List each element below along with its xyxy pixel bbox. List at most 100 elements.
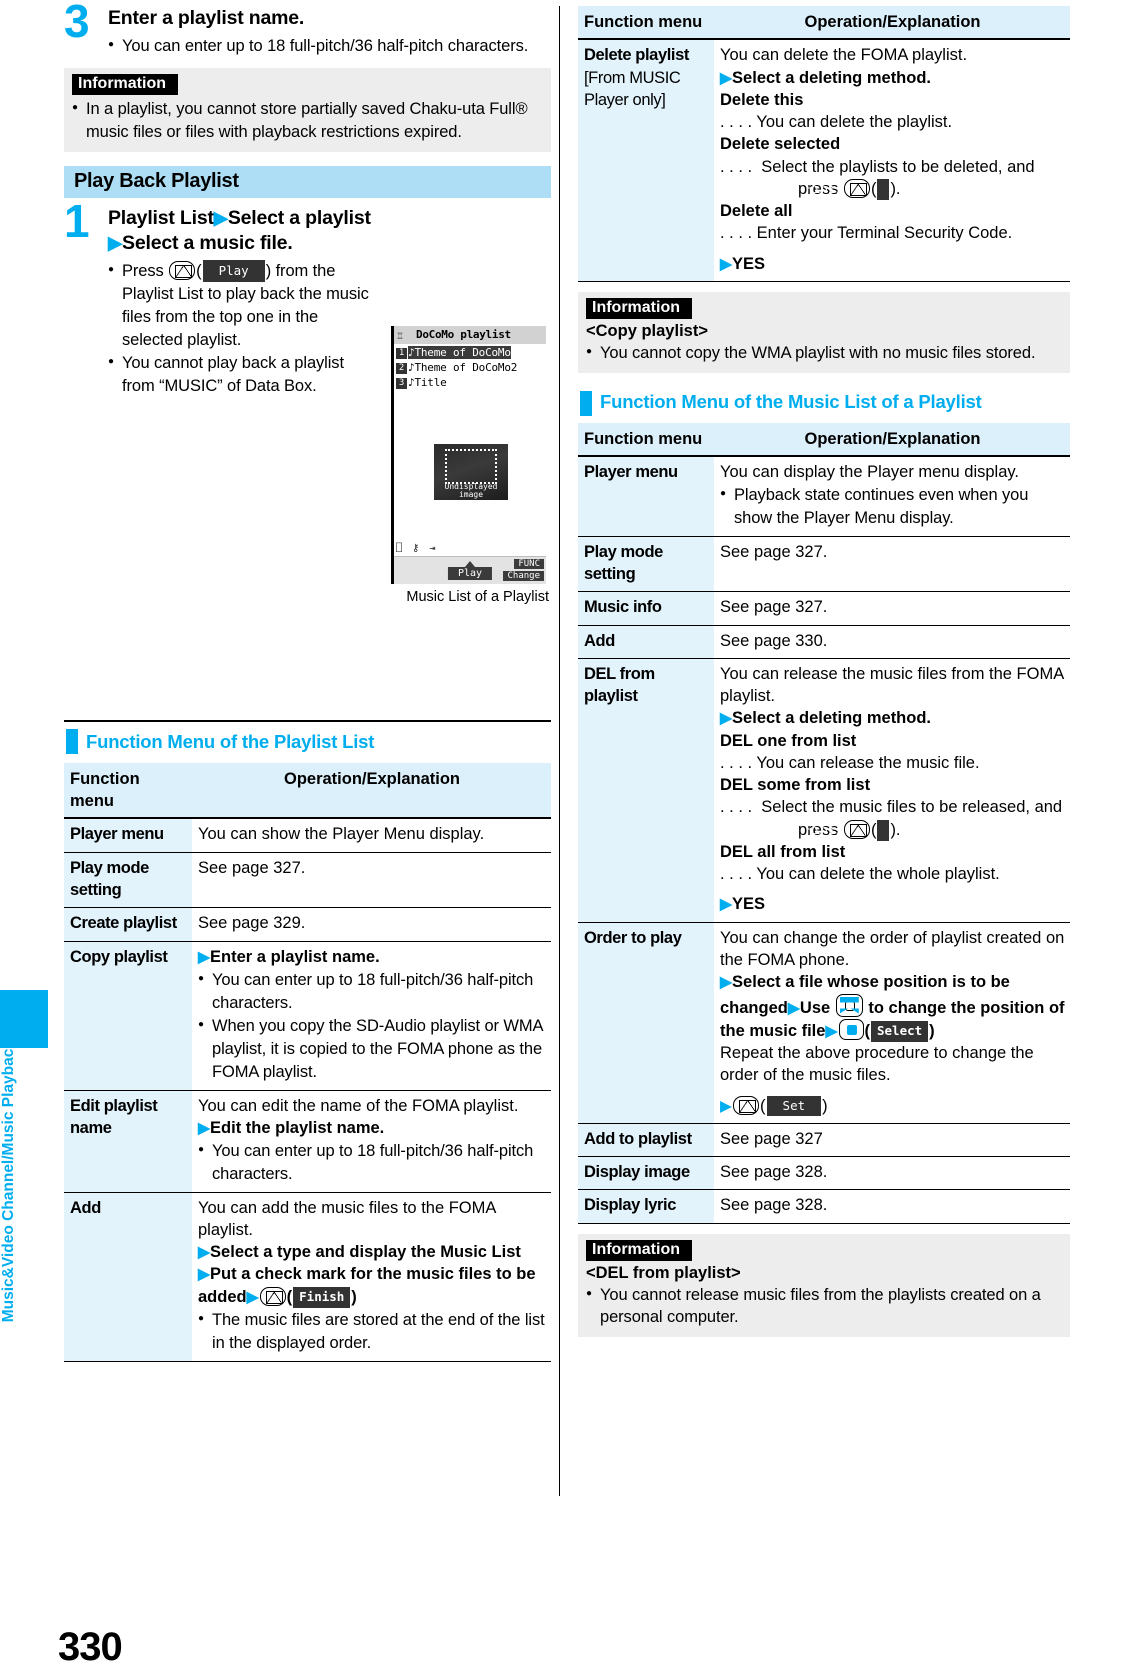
softkey-finish-label: Finish — [805, 819, 890, 841]
column-divider — [559, 6, 560, 1496]
table-header-operation: Operation/Explanation — [714, 6, 1070, 41]
function-menu-table-playlist-list: Function menu Operation/Explanation Play… — [64, 762, 551, 1362]
mail-key-icon — [843, 819, 870, 839]
triangle-marker-icon — [198, 949, 210, 966]
table-header-row: Function menu Operation/Explanation — [578, 6, 1070, 41]
subheading-text: Function Menu of the Music List of a Pla… — [600, 390, 982, 412]
table-row: Add to playlist See page 327 — [578, 1123, 1070, 1158]
phone-softkey-bar: Play FUNC Change — [394, 556, 546, 584]
row-name-player-menu: Player menu — [578, 455, 714, 537]
phone-album-art-caption: Undisplayed image — [444, 482, 498, 499]
row-desc-create-playlist: See page 329. — [192, 907, 551, 942]
function-menu-table-continued: Function menu Operation/Explanation Dele… — [578, 6, 1070, 282]
phone-music-list: 1 ♪Theme of DoCoMo 2 ♪Theme of DoCoMo2 3 ♪T… — [394, 344, 546, 390]
phone-screen-title-bar: ♖ DoCoMo playlist — [394, 326, 546, 344]
del-all-label: DEL all from list — [720, 842, 846, 861]
signal-icon: ♖ — [397, 331, 403, 342]
phone-softkey-center[interactable]: Play — [447, 567, 493, 580]
table-header-function-menu: Function menu — [578, 6, 714, 41]
step-3-number: 3 — [64, 0, 90, 47]
step-1-number: 1 — [64, 194, 90, 247]
mail-key-icon — [733, 1095, 760, 1115]
center-key-icon — [838, 1018, 864, 1040]
triangle-marker-icon — [198, 1266, 210, 1283]
side-tab: Music&Video Channel/Music Playback — [0, 0, 58, 1678]
page-number: 330 — [58, 1625, 123, 1669]
row-name-del-from-playlist: DEL from playlist — [578, 658, 714, 923]
information-bullet: You cannot release music files from the … — [586, 1284, 1062, 1330]
phone-status-icons: ⎕ ⚷ ⇥ — [396, 543, 438, 554]
delete-selected-label: Delete selected — [720, 135, 841, 154]
step-3-bullet: You can enter up to 18 full-pitch/36 hal… — [108, 35, 551, 58]
softkey-set-label: Set — [766, 1095, 822, 1117]
player-menu-bullet: Playback state continues even when you s… — [720, 484, 1065, 530]
delete-all-desc: . . . . Enter your Terminal Security Cod… — [720, 224, 1013, 243]
row-name-order-to-play: Order to play — [578, 922, 714, 1124]
del-some-desc: . . . . Select the music files to be rel… — [720, 798, 1063, 841]
del-one-desc: . . . . You can release the music file. — [720, 753, 980, 772]
row-desc-delete-playlist: You can delete the FOMA playlist. Select… — [714, 39, 1070, 282]
triangle-marker-icon — [247, 1289, 259, 1306]
table-header-operation: Operation/Explanation — [714, 422, 1070, 457]
triangle-marker-icon — [198, 1120, 210, 1137]
table-row: DEL from playlist You can release the mus… — [578, 658, 1070, 923]
row-name-music-info: Music info — [578, 591, 714, 626]
row-name-display-lyric: Display lyric — [578, 1189, 714, 1224]
del-one-label: DEL one from list — [720, 731, 857, 750]
information-box-top: Information In a playlist, you cannot st… — [64, 68, 551, 152]
row-name-add-to-playlist: Add to playlist — [578, 1123, 714, 1158]
phone-softkey-right-top[interactable]: FUNC — [514, 559, 544, 569]
row-desc-copy-playlist: Enter a playlist name. You can enter up … — [192, 941, 551, 1091]
phone-screenshot-figure: ♖ DoCoMo playlist 1 ♪Theme of DoCoMo 2 ♪Th… — [391, 326, 551, 605]
softkey-select-label: Select — [871, 1020, 929, 1042]
row-name-play-mode-setting: Play mode setting — [64, 852, 192, 909]
table-row: Add See page 330. — [578, 625, 1070, 659]
step-1-title-line2: Select a music file. — [122, 231, 293, 254]
table-row: Edit playlist name You can edit the name … — [64, 1090, 551, 1193]
triangle-marker-icon — [720, 896, 732, 913]
row-desc-player-menu: You can show the Player Menu display. — [192, 818, 551, 853]
phone-list-item-3[interactable]: 3 ♪Title — [396, 375, 546, 390]
row-name-edit-playlist-name: Edit playlist name — [64, 1090, 192, 1193]
add-bullet: The music files are stored at the end of… — [198, 1309, 546, 1355]
phone-list-item-1-number: 1 — [396, 348, 407, 359]
softkey-finish-label: Finish — [805, 178, 890, 200]
triangle-marker-icon — [720, 1098, 732, 1115]
phone-softkey-right-bottom[interactable]: Change — [503, 571, 544, 581]
table-row: Create playlist See page 329. — [64, 907, 551, 942]
copy-playlist-bullet-1: You can enter up to 18 full-pitch/36 hal… — [198, 969, 546, 1015]
table-row: Play mode setting See page 327. — [578, 536, 1070, 593]
table-header-operation: Operation/Explanation — [192, 762, 551, 820]
subheading-function-menu-playlist-list: Function Menu of the Playlist List — [64, 719, 551, 754]
function-menu-table-music-list: Function menu Operation/Explanation Play… — [578, 422, 1070, 1224]
delete-yes-step: YES — [720, 253, 1065, 275]
del-some-label: DEL some from list — [720, 776, 871, 795]
step-1-title: Playlist List Select a playlist Select a … — [108, 206, 551, 257]
side-tab-label: Music&Video Channel/Music Playback — [0, 1040, 17, 1323]
order-final-set: (Set) — [720, 1095, 1065, 1117]
step-1-title-part-a: Playlist List — [108, 206, 214, 229]
information-subtitle: <Copy playlist> — [586, 321, 708, 340]
edit-playlist-bullet: You can enter up to 18 full-pitch/36 hal… — [198, 1140, 546, 1186]
triangle-marker-icon-2 — [108, 232, 122, 253]
table-row: Display image See page 328. — [578, 1156, 1070, 1191]
phone-screen: ♖ DoCoMo playlist 1 ♪Theme of DoCoMo 2 ♪Th… — [391, 326, 546, 584]
subheading-text: Function Menu of the Playlist List — [86, 730, 375, 752]
row-desc-edit-playlist-name: You can edit the name of the FOMA playli… — [192, 1090, 551, 1193]
phone-list-item-2[interactable]: 2 ♪Theme of DoCoMo2 — [396, 360, 546, 375]
add-step-2: Put a check mark for the music files to … — [198, 1263, 546, 1308]
step-1-bullet-2: You cannot play back a playlist from “MU… — [108, 352, 378, 398]
phone-list-item-1[interactable]: 1 ♪Theme of DoCoMo — [396, 345, 546, 360]
information-box-copy-playlist: Information <Copy playlist> You cannot c… — [578, 291, 1070, 373]
triangle-marker-icon — [720, 710, 732, 727]
information-bullet: In a playlist, you cannot store partiall… — [72, 98, 543, 144]
phone-list-item-2-text: ♪Theme of DoCoMo2 — [408, 361, 518, 374]
mail-key-icon — [259, 1286, 286, 1306]
multi-cursor-key-icon — [835, 993, 863, 1017]
table-row: Add You can add the music files to the F… — [64, 1192, 551, 1362]
row-desc-play-mode-setting: See page 327. — [714, 536, 1070, 593]
phone-screen-title: DoCoMo playlist — [416, 328, 511, 341]
row-name-delete-playlist: Delete playlist [From MUSIC Player only] — [578, 39, 714, 282]
row-desc-add-to-playlist: See page 327 — [714, 1123, 1070, 1158]
phone-list-item-2-number: 2 — [396, 363, 407, 374]
